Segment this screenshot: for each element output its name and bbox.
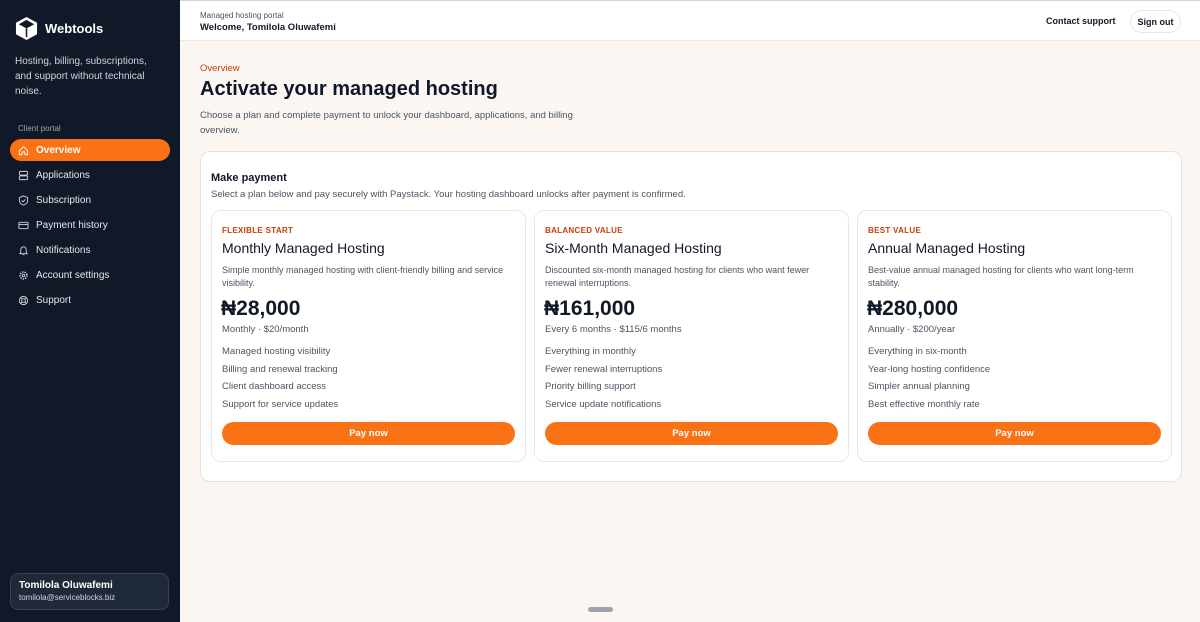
plan-card-annual: BEST VALUE Annual Managed Hosting Best-v… xyxy=(857,210,1172,462)
scroll-handle[interactable] xyxy=(588,607,613,612)
sidebar-item-payment-history[interactable]: Payment history xyxy=(10,214,170,236)
plan-description: Best-value annual managed hosting for cl… xyxy=(868,265,1134,288)
plan-features: Everything in six-month Year-long hostin… xyxy=(868,346,990,416)
sidebar: Webtools Hosting, billing, subscriptions… xyxy=(0,0,180,622)
plan-feature: Service update notifications xyxy=(545,398,662,410)
plan-description: Simple monthly managed hosting with clie… xyxy=(222,265,504,288)
plan-description: Discounted six-month managed hosting for… xyxy=(545,265,810,288)
plan-period: Monthly · $20/month xyxy=(222,324,309,335)
payment-description: Select a plan below and pay securely wit… xyxy=(211,189,686,200)
plan-feature: Best effective monthly rate xyxy=(868,398,980,410)
sidebar-item-label: Payment history xyxy=(36,219,108,231)
plan-tag: BEST VALUE xyxy=(868,226,922,235)
nav-section-label: Client portal xyxy=(18,124,61,133)
user-email: tomilola@serviceblocks.biz xyxy=(19,593,116,602)
sidebar-item-overview[interactable]: Overview xyxy=(10,139,170,161)
sidebar-item-label: Support xyxy=(36,294,72,306)
pay-now-button-annual[interactable]: Pay now xyxy=(868,422,1161,445)
plan-features: Everything in monthly Fewer renewal inte… xyxy=(545,346,662,416)
payment-title: Make payment xyxy=(211,172,287,184)
plan-feature: Billing and renewal tracking xyxy=(222,363,338,375)
plan-feature: Year-long hosting confidence xyxy=(868,363,991,375)
plan-price: ₦28,000 xyxy=(221,297,301,320)
brand-name: Webtools xyxy=(45,21,104,36)
plan-card-six-month: BALANCED VALUE Six-Month Managed Hosting… xyxy=(534,210,849,462)
lifebuoy-icon xyxy=(18,295,29,305)
sidebar-item-label: Account settings xyxy=(36,269,110,281)
plan-feature: Fewer renewal interruptions xyxy=(545,363,663,375)
plan-tag: BALANCED VALUE xyxy=(545,226,623,235)
sidebar-item-account-settings[interactable]: Account settings xyxy=(10,264,170,286)
sign-out-button[interactable]: Sign out xyxy=(1130,10,1181,33)
plan-name: Annual Managed Hosting xyxy=(868,240,1026,256)
pay-now-button-six-month[interactable]: Pay now xyxy=(545,422,838,445)
plan-feature: Everything in six-month xyxy=(868,346,967,357)
sidebar-item-label: Applications xyxy=(36,169,90,181)
contact-support-link[interactable]: Contact support xyxy=(1046,16,1116,26)
plan-features: Managed hosting visibility Billing and r… xyxy=(222,346,338,416)
sidebar-item-subscription[interactable]: Subscription xyxy=(10,189,170,211)
portal-label: Managed hosting portal xyxy=(200,11,284,20)
page-description: Choose a plan and complete payment to un… xyxy=(200,110,573,136)
plan-feature: Client dashboard access xyxy=(222,381,327,392)
page-eyebrow: Overview xyxy=(200,63,240,74)
shield-icon xyxy=(18,194,29,206)
plan-period: Annually · $200/year xyxy=(868,324,956,335)
credit-card-icon xyxy=(18,221,29,229)
plan-card-monthly: FLEXIBLE START Monthly Managed Hosting S… xyxy=(211,210,526,462)
cube-icon xyxy=(15,17,38,40)
pay-now-button-monthly[interactable]: Pay now xyxy=(222,422,515,445)
plan-feature: Managed hosting visibility xyxy=(222,346,331,357)
user-name: Tomilola Oluwafemi xyxy=(19,580,113,591)
page-title: Activate your managed hosting xyxy=(200,78,498,100)
plan-name: Six-Month Managed Hosting xyxy=(545,240,722,256)
sidebar-item-label: Subscription xyxy=(36,194,92,206)
home-icon xyxy=(18,145,29,155)
plan-feature: Simpler annual planning xyxy=(868,381,970,392)
sidebar-item-applications[interactable]: Applications xyxy=(10,164,170,186)
plan-name: Monthly Managed Hosting xyxy=(222,240,385,256)
sidebar-item-notifications[interactable]: Notifications xyxy=(10,239,170,261)
plan-price: ₦280,000 xyxy=(867,297,959,320)
gear-icon xyxy=(19,270,28,280)
bell-icon xyxy=(18,245,29,255)
user-card[interactable]: Tomilola Oluwafemi tomilola@serviceblock… xyxy=(10,573,169,610)
payment-panel: Make payment Select a plan below and pay… xyxy=(200,151,1182,482)
brand[interactable]: Webtools xyxy=(15,16,103,41)
sidebar-item-label: Overview xyxy=(36,144,81,156)
sidebar-tagline: Hosting, billing, subscriptions, and sup… xyxy=(15,56,147,97)
top-bar: Managed hosting portal Welcome, Tomilola… xyxy=(180,0,1200,41)
sidebar-nav: Overview Applications Subscription Payme… xyxy=(10,139,170,314)
sidebar-item-label: Notifications xyxy=(36,244,91,256)
plan-period: Every 6 months · $115/6 months xyxy=(545,324,682,335)
plan-price: ₦161,000 xyxy=(544,297,636,320)
welcome-message: Welcome, Tomilola Oluwafemi xyxy=(200,22,336,33)
server-icon xyxy=(18,170,29,180)
plan-tag: FLEXIBLE START xyxy=(222,226,294,235)
plan-feature: Support for service updates xyxy=(222,398,339,410)
plan-feature: Priority billing support xyxy=(545,381,636,392)
plan-feature: Everything in monthly xyxy=(545,346,636,357)
sidebar-item-support[interactable]: Support xyxy=(10,289,170,311)
